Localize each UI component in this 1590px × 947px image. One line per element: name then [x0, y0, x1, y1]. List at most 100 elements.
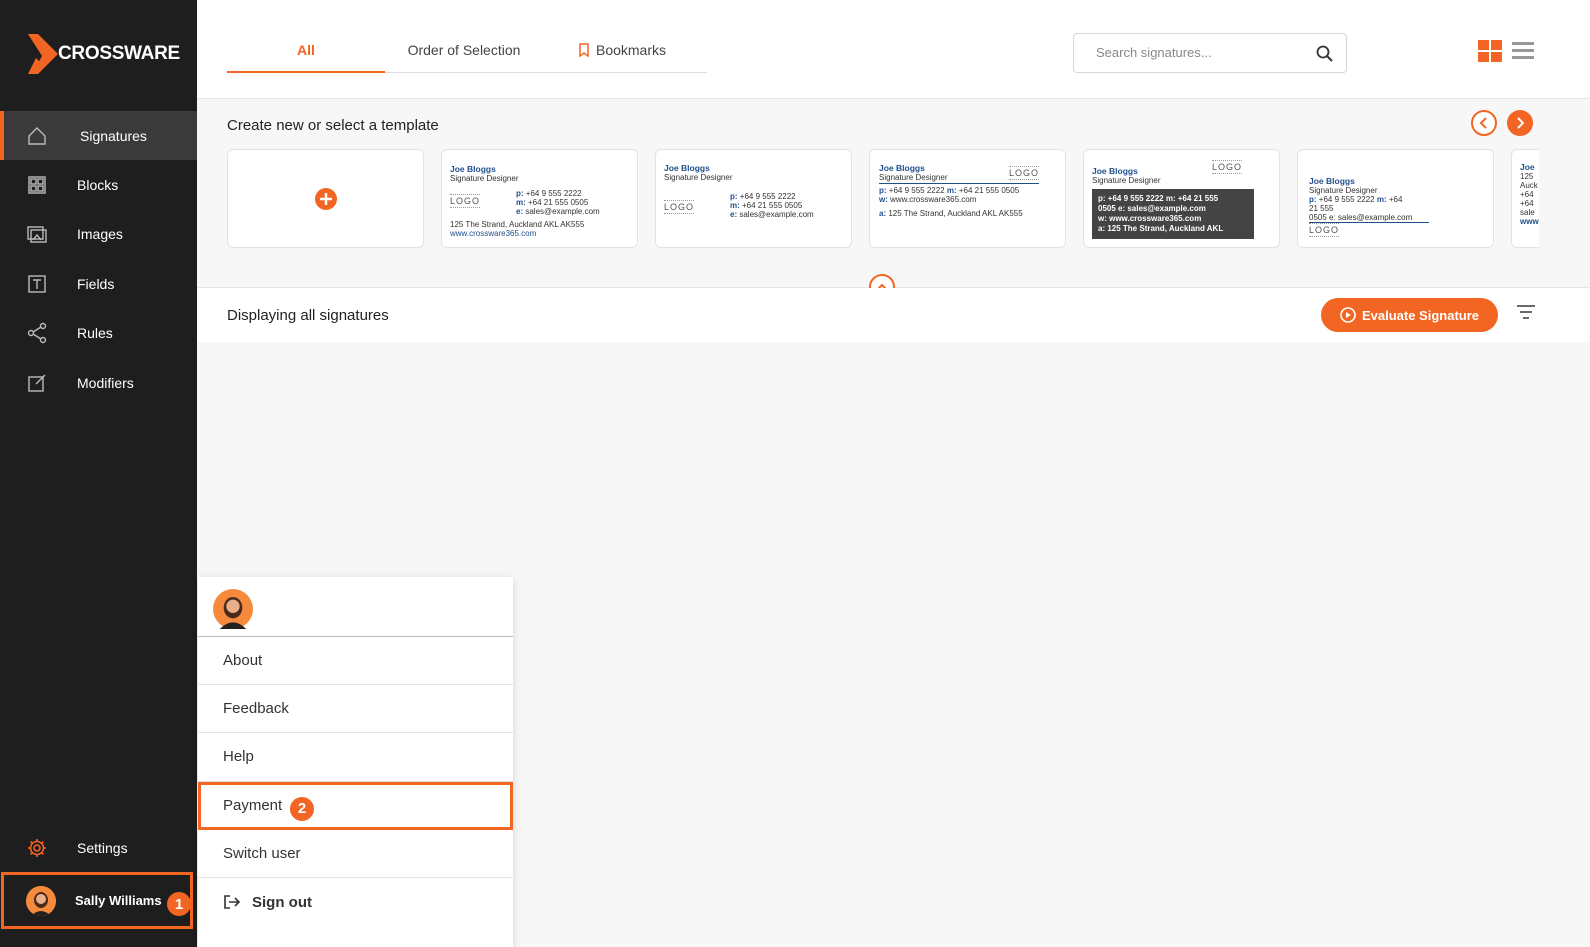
sidebar-item-images[interactable]: Images	[0, 210, 197, 259]
menu-item-about[interactable]: About	[198, 637, 513, 686]
tab-all[interactable]: All	[227, 28, 385, 73]
template-card[interactable]: Joe Bloggs Signature Designer LOGO p: +6…	[1083, 149, 1280, 248]
tab-label: All	[297, 42, 315, 58]
card-line: www	[1520, 217, 1539, 226]
menu-item-help[interactable]: Help	[198, 733, 513, 782]
search-input[interactable]	[1094, 44, 1298, 61]
card-line: sale	[1520, 208, 1535, 217]
sidebar-item-label: Rules	[77, 325, 113, 342]
new-template-card[interactable]	[227, 149, 424, 248]
card-phone: +64 9 555 2222	[1318, 195, 1375, 204]
card-mobile: +64	[1388, 195, 1403, 204]
sidebar: CROSSWARE Signatures Blocks Images Field…	[0, 0, 197, 947]
card-logo: LOGO	[450, 194, 481, 208]
template-card[interactable]: Joe Bloggs Signature Designer LOGO p: +6…	[441, 149, 638, 248]
template-section-title: Create new or select a template	[227, 117, 439, 134]
menu-item-label: Payment	[223, 797, 283, 815]
sidebar-item-label: Modifiers	[77, 374, 134, 391]
menu-item-feedback[interactable]: Feedback	[198, 685, 513, 734]
rules-icon	[27, 323, 47, 344]
menu-item-payment[interactable]: Payment 2	[198, 781, 513, 830]
card-name: Joe Bloggs	[664, 163, 710, 173]
avatar	[213, 589, 253, 629]
card-role: Signature Designer	[664, 173, 733, 182]
gear-icon	[28, 838, 46, 857]
card-name: Joe Bloggs	[879, 163, 925, 173]
user-profile-button[interactable]: Sally Williams 1	[1, 872, 193, 929]
card-line: 0505 e: sales@example.com	[1098, 204, 1206, 213]
menu-item-switch-user[interactable]: Switch user	[198, 830, 513, 878]
card-line: +64	[1520, 199, 1534, 208]
blocks-icon	[28, 176, 46, 194]
card-line: 125	[1520, 172, 1534, 181]
card-line: a: 125 The Strand, Auckland AKL	[1098, 224, 1224, 233]
card-logo: LOGO	[1309, 223, 1340, 237]
sign-out-icon	[224, 895, 241, 909]
sidebar-item-label: Images	[77, 226, 123, 243]
card-phone: +64 9 555 2222	[888, 186, 945, 195]
tab-bar: All Order of Selection Bookmarks	[227, 28, 707, 73]
card-email: sales@example.com	[525, 207, 600, 216]
card-email: sales@example.com	[739, 210, 814, 219]
evaluate-signature-button[interactable]: Evaluate Signature	[1321, 298, 1498, 332]
play-icon	[1340, 307, 1356, 323]
crossware-logo[interactable]: CROSSWARE	[28, 34, 180, 74]
step-badge-1: 1	[167, 892, 191, 916]
menu-item-label: Sign out	[252, 893, 312, 911]
menu-item-sign-out[interactable]: Sign out	[198, 878, 513, 926]
card-phone: +64 9 555 2222	[739, 192, 796, 201]
card-address: 125 The Strand, Auckland AKL AK555	[450, 220, 585, 229]
sidebar-item-signatures[interactable]: Signatures	[0, 111, 197, 161]
step-badge-2: 2	[290, 796, 314, 821]
user-menu-header	[198, 577, 513, 637]
sidebar-item-modifiers[interactable]: Modifiers	[0, 358, 197, 407]
template-card[interactable]: Joe 125 Auck +64 +64 sale www	[1511, 149, 1539, 248]
sidebar-item-rules[interactable]: Rules	[0, 309, 197, 358]
tab-bookmarks[interactable]: Bookmarks	[543, 28, 701, 72]
sidebar-item-settings[interactable]: Settings	[0, 823, 197, 872]
menu-item-label: Help	[223, 748, 254, 766]
template-card[interactable]: Joe Bloggs Signature Designer LOGO p: +6…	[655, 149, 852, 248]
card-line: Auck	[1520, 181, 1538, 190]
carousel-next-button[interactable]	[1507, 110, 1533, 136]
sidebar-item-fields[interactable]: Fields	[0, 259, 197, 308]
card-role: Signature Designer	[1309, 186, 1378, 195]
modifiers-icon	[28, 374, 46, 392]
card-name: Joe	[1520, 162, 1535, 172]
card-address: 125 The Strand, Auckland AKL AK555	[888, 209, 1023, 218]
template-card[interactable]: Joe Bloggs Signature Designer p: +64 9 5…	[1297, 149, 1494, 248]
settings-label: Settings	[77, 839, 128, 856]
card-line: +64	[1520, 190, 1534, 199]
card-web: www.crossware365.com	[450, 229, 537, 238]
template-panel: Create new or select a template Joe Blog…	[197, 99, 1590, 300]
filter-icon[interactable]	[1517, 305, 1535, 319]
crossware-logo-mark	[28, 34, 58, 74]
card-role: Signature Designer	[1092, 176, 1161, 185]
tab-order-of-selection[interactable]: Order of Selection	[385, 28, 543, 72]
brand-name: CROSSWARE	[58, 43, 180, 64]
add-icon	[315, 188, 337, 210]
template-card[interactable]: Joe Bloggs Signature Designer LOGO p: +6…	[869, 149, 1066, 248]
card-mobile: +64 21 555 0505	[742, 201, 803, 210]
menu-item-label: About	[223, 652, 263, 670]
fields-icon	[28, 275, 46, 293]
card-line: w: www.crossware365.com	[1098, 214, 1202, 223]
sidebar-item-blocks[interactable]: Blocks	[0, 160, 197, 209]
chevron-left-icon	[1479, 117, 1487, 129]
sidebar-nav: Signatures Blocks Images Fields Rules Mo…	[0, 111, 197, 407]
card-web: www.crossware365.com	[890, 195, 977, 204]
user-menu: About Feedback Help Payment 2 Switch use…	[198, 577, 513, 947]
carousel-prev-button[interactable]	[1471, 110, 1497, 136]
card-logo: LOGO	[1008, 165, 1039, 180]
grid-view-icon[interactable]	[1478, 40, 1502, 62]
search-icon[interactable]	[1316, 45, 1333, 62]
card-logo: LOGO	[1211, 160, 1242, 174]
template-cards: Joe Bloggs Signature Designer LOGO p: +6…	[227, 149, 1539, 249]
card-role: Signature Designer	[879, 173, 948, 182]
images-icon	[27, 226, 47, 244]
card-phone: +64 9 555 2222	[525, 189, 582, 198]
list-view-icon[interactable]	[1512, 40, 1534, 60]
menu-item-label: Feedback	[223, 700, 289, 718]
list-title: Displaying all signatures	[227, 307, 389, 324]
home-icon	[28, 126, 46, 145]
